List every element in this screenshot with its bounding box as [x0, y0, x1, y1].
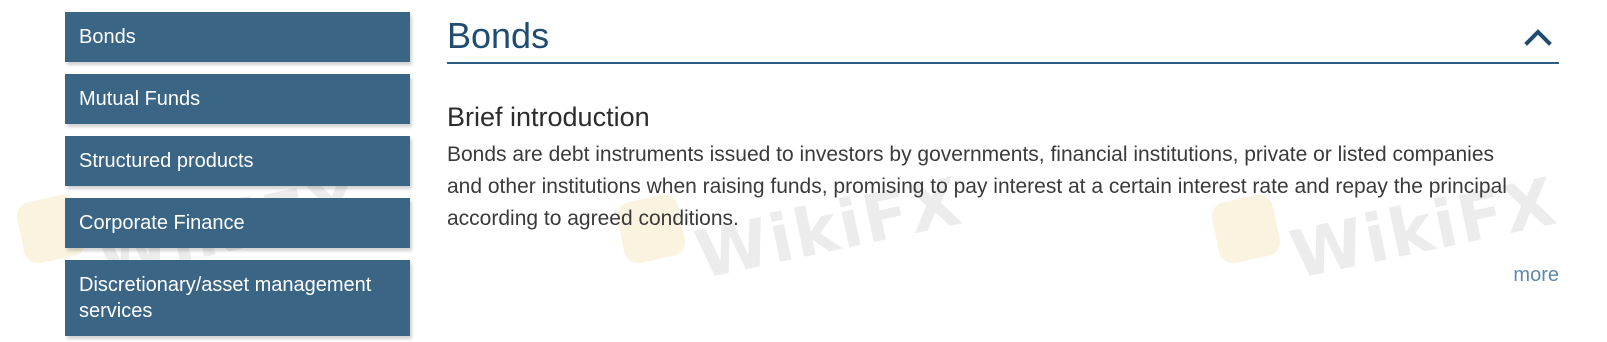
panel-header: Bonds [447, 12, 1559, 64]
sidebar-item-bonds[interactable]: Bonds [65, 12, 410, 62]
sidebar-item-mutual-funds[interactable]: Mutual Funds [65, 74, 410, 124]
chevron-up-icon[interactable] [1523, 24, 1553, 50]
sidebar-item-label: Mutual Funds [79, 88, 201, 110]
more-link[interactable]: more [1513, 262, 1559, 288]
content-panel: Bonds Brief introduction Bonds are debt … [447, 12, 1559, 286]
page-title: Bonds [447, 15, 550, 56]
section-heading: Brief introduction [447, 102, 650, 132]
section-body: Bonds are debt instruments issued to inv… [447, 143, 1507, 230]
sidebar-item-corporate-finance[interactable]: Corporate Finance [65, 198, 410, 248]
sidebar-item-discretionary-asset-management[interactable]: Discretionary/asset management services [65, 260, 410, 336]
sidebar-item-structured-products[interactable]: Structured products [65, 136, 410, 186]
page: WikiFX WikiFX WikiFX Bonds Mutual Funds … [0, 0, 1607, 342]
sidebar-item-label: Structured products [79, 150, 254, 172]
sidebar-nav: Bonds Mutual Funds Structured products C… [65, 12, 410, 342]
sidebar-item-label: Discretionary/asset management services [79, 274, 372, 322]
sidebar-item-label: Corporate Finance [79, 212, 245, 234]
sidebar-item-label: Bonds [79, 26, 136, 48]
